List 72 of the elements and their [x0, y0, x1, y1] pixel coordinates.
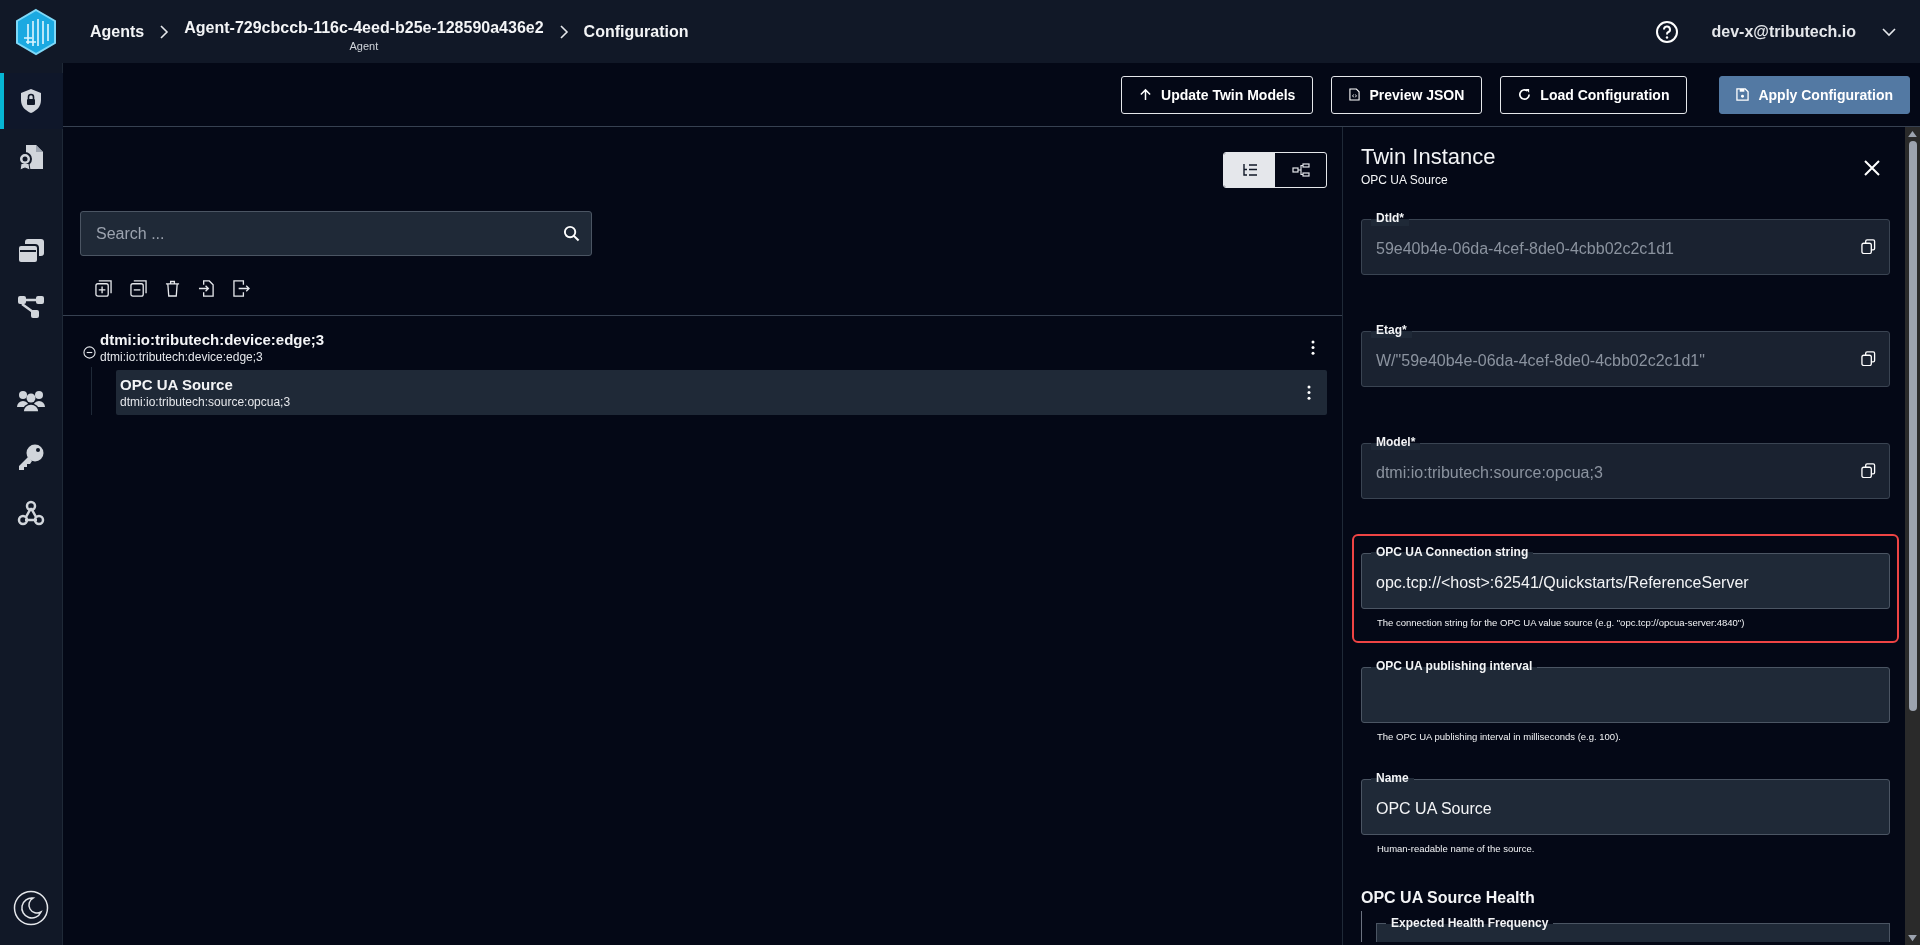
- breadcrumb-link[interactable]: Configuration: [583, 22, 689, 41]
- webhook-icon: [17, 500, 45, 526]
- close-button[interactable]: [1864, 160, 1880, 176]
- arrow-up-icon: [1139, 88, 1153, 101]
- copy-icon[interactable]: [1861, 463, 1876, 478]
- chevron-right-icon: [558, 24, 569, 39]
- view-toggle-button[interactable]: [1224, 153, 1275, 187]
- copy-icon[interactable]: [1861, 239, 1876, 254]
- users-icon: [16, 389, 46, 413]
- windows-icon: [17, 238, 45, 264]
- trash-icon: [165, 280, 180, 297]
- field-label: OPC UA publishing interval: [1371, 659, 1538, 674]
- search-field[interactable]: Search ...: [80, 211, 592, 256]
- scroll-up-icon[interactable]: [1908, 130, 1917, 137]
- reload-icon: [1518, 88, 1532, 101]
- node-title: dtmi:io:tributech:device:edge;3: [100, 331, 326, 348]
- toolbar-button[interactable]: Apply Configuration: [1719, 75, 1910, 114]
- moon-icon: [13, 890, 49, 926]
- node-title: OPC UA Source: [120, 376, 234, 393]
- section-heading: OPC UA Source Health: [1361, 889, 1536, 907]
- node-subtitle: dtmi:io:tributech:source:opcua;3: [120, 395, 292, 409]
- file-code-icon: [1349, 88, 1361, 101]
- field-hint: Human-readable name of the source.: [1376, 842, 1536, 854]
- toolbar-button[interactable]: Load Configuration: [1500, 75, 1688, 114]
- square-minus-icon: [130, 280, 147, 297]
- tree-node[interactable]: OPC UA Source dtmi:io:tributech:source:opcua;3: [116, 370, 1327, 415]
- breadcrumb-link[interactable]: Agents: [90, 22, 145, 41]
- field-label: Model*: [1371, 435, 1421, 450]
- user-menu[interactable]: dev-x@tributech.io: [1701, 22, 1906, 41]
- square-plus-icon: [95, 280, 112, 297]
- field-label: Expected Health Frequency: [1386, 916, 1554, 931]
- node-subtitle: dtmi:io:tributech:device:edge;3: [100, 350, 264, 364]
- help-icon[interactable]: [1655, 19, 1680, 44]
- hierarchy-icon: [17, 295, 45, 319]
- search-icon: [563, 225, 580, 242]
- scrollbar[interactable]: [1905, 127, 1920, 945]
- collapse-all-button[interactable]: [128, 278, 149, 299]
- more-options-icon[interactable]: [1307, 385, 1311, 400]
- certificate-file-icon: [17, 143, 45, 171]
- save-icon: [1736, 88, 1750, 101]
- expand-all-button[interactable]: [93, 278, 114, 299]
- tree-list-icon: [1241, 163, 1258, 177]
- field-hint: The OPC UA publishing interval in milliseconds (e.g. 100).: [1376, 730, 1622, 742]
- breadcrumb-link[interactable]: Agent-729cbccb-116c-4eed-b25e-128590a436e2: [184, 19, 544, 37]
- shield-lock-icon: [19, 88, 43, 114]
- text-field[interactable]: Expected Health Frequency: [1376, 916, 1890, 942]
- logo-icon[interactable]: [14, 7, 58, 56]
- scrollbar-thumb[interactable]: [1908, 141, 1917, 711]
- more-options-icon[interactable]: [1311, 340, 1315, 355]
- panel-subtitle: OPC UA Source: [1361, 173, 1449, 187]
- copy-icon[interactable]: [1861, 351, 1876, 366]
- export-button[interactable]: [231, 278, 252, 299]
- toolbar-button[interactable]: Update Twin Models: [1121, 75, 1314, 114]
- breadcrumb-sublabel: Agent: [349, 40, 379, 52]
- tree-node[interactable]: dtmi:io:tributech:device:edge;3 dtmi:io:tributech:device:edge;3: [83, 328, 1327, 367]
- toolbar-button[interactable]: Preview JSON: [1331, 75, 1483, 114]
- field-label: Etag*: [1371, 323, 1412, 338]
- diagram-icon: [1291, 163, 1310, 177]
- file-export-icon: [233, 280, 250, 297]
- panel-title: Twin Instance: [1361, 144, 1497, 170]
- import-button[interactable]: [196, 278, 217, 299]
- collapse-icon[interactable]: [83, 346, 96, 359]
- close-icon: [1864, 160, 1880, 176]
- chevron-down-icon: [1882, 26, 1896, 37]
- field-label: DtId*: [1371, 211, 1409, 226]
- field-hint: The connection string for the OPC UA value source (e.g. "opc.tcp://opcua-server:4840"): [1376, 616, 1746, 628]
- delete-button[interactable]: [163, 278, 182, 299]
- field-label: OPC UA Connection string: [1371, 545, 1534, 560]
- scroll-down-icon[interactable]: [1908, 935, 1917, 942]
- chevron-right-icon: [159, 24, 170, 39]
- key-icon: [17, 443, 45, 471]
- file-import-icon: [198, 280, 215, 297]
